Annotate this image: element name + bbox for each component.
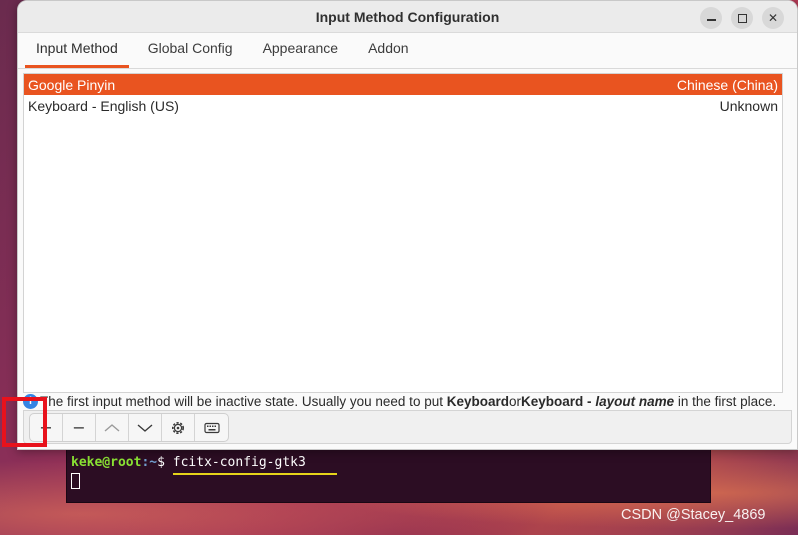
- terminal-window[interactable]: keke@root:~ $ fcitx-config-gtk3: [66, 447, 711, 503]
- close-icon: ✕: [767, 11, 779, 25]
- chevron-up-icon: [104, 423, 120, 432]
- watermark: CSDN @Stacey_4869: [621, 507, 766, 523]
- chevron-down-icon: [137, 423, 153, 432]
- input-method-language: Unknown: [719, 97, 778, 114]
- tab-appearance[interactable]: Appearance: [252, 32, 350, 68]
- tab-global-config[interactable]: Global Config: [137, 32, 244, 68]
- keyboard-icon: [203, 422, 220, 433]
- input-method-config-window: Input Method Configuration ✕ Input Metho…: [17, 0, 798, 450]
- minus-icon: −: [72, 418, 86, 437]
- move-up-button[interactable]: [96, 414, 129, 441]
- info-message: i The first input method will be inactiv…: [23, 393, 793, 410]
- terminal-user: keke@root: [71, 455, 142, 470]
- window-title: Input Method Configuration: [315, 8, 500, 25]
- title-bar[interactable]: Input Method Configuration ✕: [18, 1, 797, 33]
- plus-icon: +: [39, 418, 53, 437]
- tab-input-method[interactable]: Input Method: [25, 32, 129, 68]
- minimize-icon: [706, 19, 716, 21]
- input-method-language: Chinese (China): [676, 76, 778, 93]
- terminal-prompt: $: [157, 455, 173, 470]
- info-icon: i: [23, 394, 38, 409]
- move-down-button[interactable]: [129, 414, 162, 441]
- configure-button[interactable]: [162, 414, 195, 441]
- close-button[interactable]: ✕: [762, 7, 784, 29]
- input-method-name: Keyboard - English (US): [28, 97, 179, 114]
- terminal-path: :~: [141, 455, 158, 470]
- list-item[interactable]: Keyboard - English (US) Unknown: [24, 95, 782, 116]
- maximize-button[interactable]: [731, 7, 753, 29]
- tab-addon[interactable]: Addon: [357, 32, 419, 68]
- maximize-icon: [737, 13, 747, 23]
- keyboard-layout-button[interactable]: [195, 414, 228, 441]
- toolbar-button-group: + −: [29, 413, 229, 442]
- remove-button[interactable]: −: [63, 414, 96, 441]
- input-method-name: Google Pinyin: [28, 76, 116, 93]
- input-method-list[interactable]: Google Pinyin Chinese (China) Keyboard -…: [23, 73, 783, 393]
- add-button[interactable]: +: [30, 414, 63, 441]
- gear-icon: [172, 421, 184, 434]
- list-item[interactable]: Google Pinyin Chinese (China): [24, 74, 782, 95]
- terminal-cursor: [71, 472, 80, 489]
- list-toolbar: + −: [23, 410, 792, 444]
- minimize-button[interactable]: [700, 7, 722, 29]
- command-underline: [172, 473, 337, 475]
- tab-bar: Input Method Global Config Appearance Ad…: [18, 33, 797, 69]
- terminal-command: fcitx-config-gtk3: [172, 455, 337, 475]
- terminal-prompt-line: keke@root:~ $ fcitx-config-gtk3: [71, 454, 706, 475]
